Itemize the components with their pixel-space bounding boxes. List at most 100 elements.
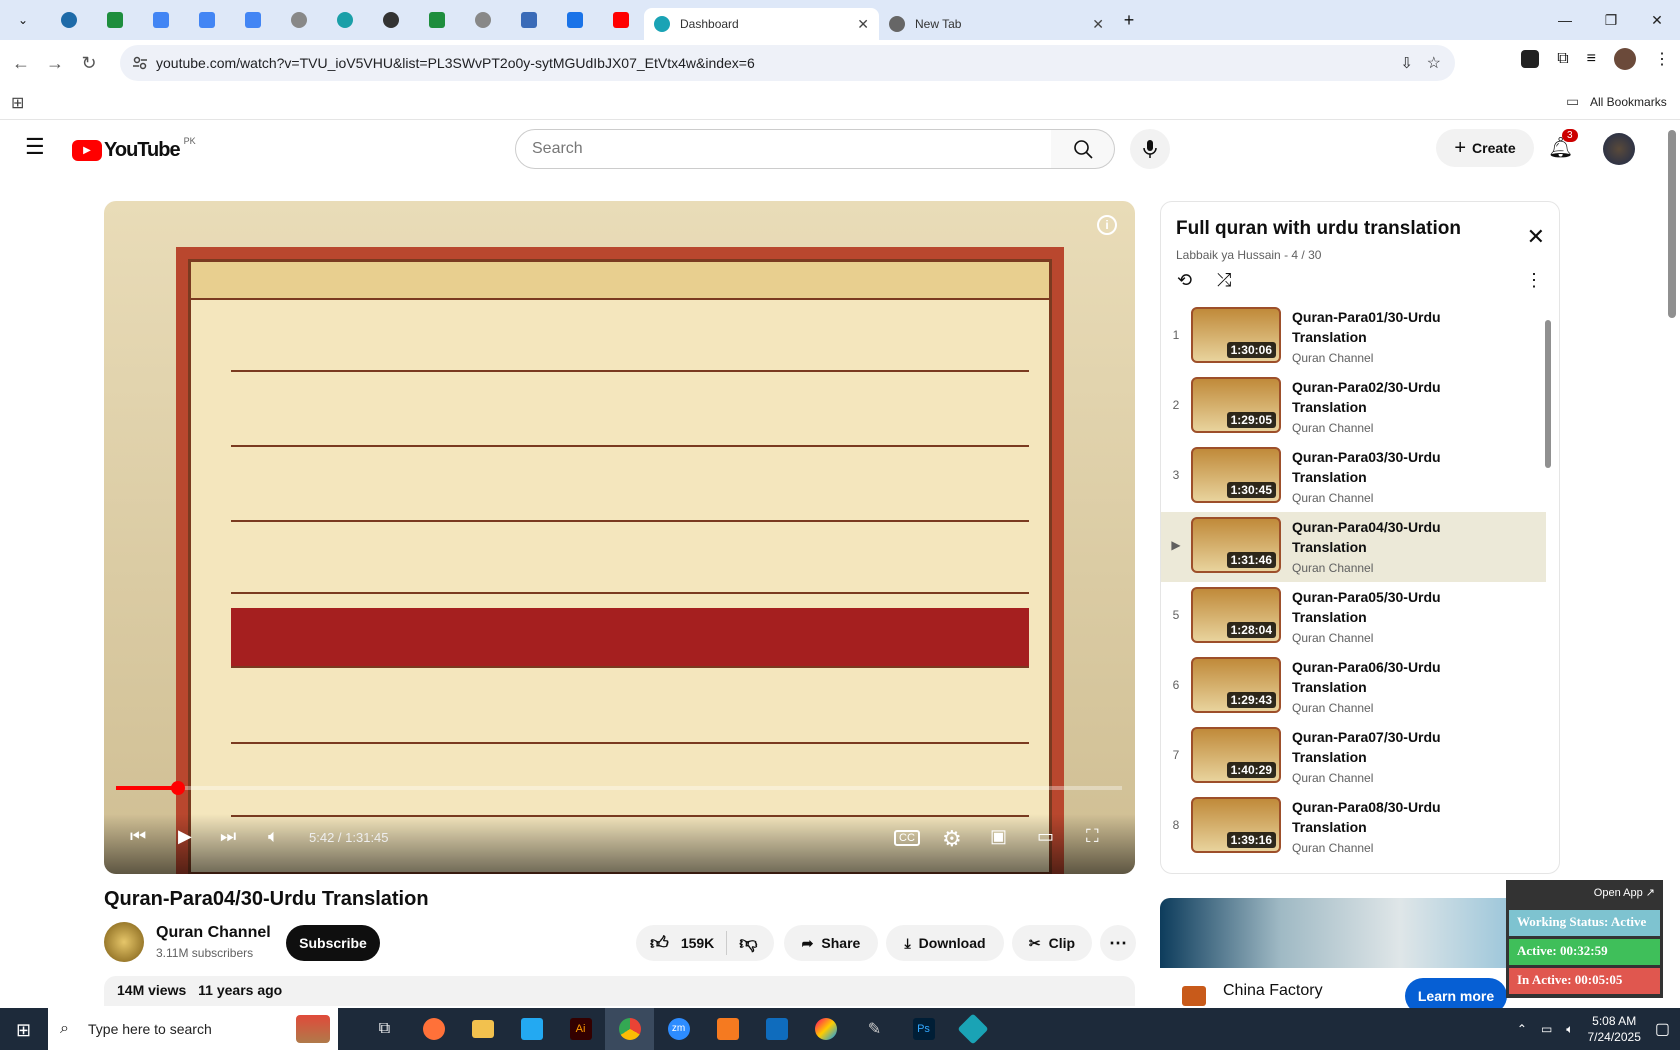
pinned-tab[interactable] <box>322 0 368 40</box>
fullscreen-icon[interactable]: ⛶ <box>1086 826 1099 847</box>
vscode-icon[interactable] <box>507 1008 556 1050</box>
progress-bar[interactable] <box>116 781 1122 795</box>
playlist-item[interactable]: 8 1:39:16 Quran-Para08/30-Urdu Translation… <box>1161 792 1546 862</box>
more-actions-button[interactable]: ⋯ <box>1100 925 1136 961</box>
playlist-item[interactable]: 7 1:40:29 Quran-Para07/30-Urdu Translation… <box>1161 722 1546 792</box>
photoshop-icon[interactable]: Ps <box>899 1008 948 1050</box>
back-icon[interactable]: ← <box>4 53 38 74</box>
pinned-tab-youtube[interactable] <box>598 0 644 40</box>
hamburger-menu-icon[interactable]: ☰ <box>25 134 45 160</box>
channel-name[interactable]: Quran Channel <box>156 924 271 942</box>
bookmark-star-icon[interactable]: ☆ <box>1427 53 1441 73</box>
restore-icon[interactable]: ❐ <box>1588 0 1634 40</box>
site-info-icon[interactable] <box>132 55 148 71</box>
notification-center-icon[interactable]: ▢ <box>1655 1019 1670 1039</box>
volume-icon[interactable]: 🔈︎ <box>268 826 279 847</box>
firefox-icon[interactable] <box>409 1008 458 1050</box>
description-box[interactable]: 14M views 11 years ago <box>104 976 1135 1006</box>
play-icon[interactable]: ▶ <box>178 826 192 847</box>
tab-dashboard[interactable]: Dashboard ✕ <box>644 8 879 40</box>
close-icon[interactable]: ✕ <box>1092 16 1104 33</box>
shuffle-icon[interactable]: ⤮ <box>1217 270 1231 291</box>
tab-search-dropdown[interactable]: ⌄ <box>0 0 46 40</box>
ad-card[interactable]: China Factory Learn more <box>1160 898 1560 1014</box>
tab-new-tab[interactable]: New Tab ✕ <box>879 8 1114 40</box>
install-app-icon[interactable]: ⇩ <box>1400 54 1413 72</box>
thumbs-down-icon[interactable]: 👎︎ <box>739 932 757 954</box>
menu-dots-icon[interactable]: ⋮ <box>1654 49 1670 69</box>
close-icon[interactable]: ✕ <box>857 16 869 33</box>
playlist-title[interactable]: Full quran with urdu translation <box>1176 218 1461 240</box>
pinned-tab[interactable] <box>552 0 598 40</box>
pinned-tab[interactable] <box>46 0 92 40</box>
miniplayer-icon[interactable]: ▣ <box>990 826 1007 847</box>
clock[interactable]: 5:08 AM 7/24/2025 <box>1587 1013 1640 1045</box>
chrome-icon[interactable] <box>605 1008 654 1050</box>
voice-search-button[interactable] <box>1130 129 1170 169</box>
theater-mode-icon[interactable]: ▭ <box>1037 826 1054 847</box>
search-input[interactable]: Search <box>515 129 1052 169</box>
pinned-tab[interactable] <box>92 0 138 40</box>
settings-gear-icon[interactable]: ⚙ <box>942 826 962 852</box>
all-bookmarks-link[interactable]: All Bookmarks <box>1590 95 1667 109</box>
previous-icon[interactable]: ⏮ <box>130 826 146 847</box>
close-window-icon[interactable]: ✕ <box>1634 0 1680 40</box>
search-button[interactable] <box>1051 129 1115 169</box>
loop-icon[interactable]: ⟲ <box>1177 270 1192 291</box>
pinned-tab[interactable] <box>138 0 184 40</box>
subscribe-button[interactable]: Subscribe <box>286 925 380 961</box>
taskbar-search[interactable]: ⌕ Type here to search <box>48 1008 338 1050</box>
video-player[interactable]: i ⏮ ▶ ⏭ 🔈︎ 5:42 / 1:31:45 CC ⚙ ▣ ▭ ⛶ <box>104 201 1135 874</box>
outlook-icon[interactable] <box>752 1008 801 1050</box>
info-icon[interactable]: i <box>1097 215 1117 235</box>
captions-icon[interactable]: CC <box>894 830 920 846</box>
playlist-scrollbar[interactable] <box>1545 320 1551 468</box>
playlist-item[interactable]: 5 1:28:04 Quran-Para05/30-Urdu Translation… <box>1161 582 1546 652</box>
pinned-tab[interactable] <box>414 0 460 40</box>
like-button[interactable]: 👍︎ 159K <box>650 932 714 954</box>
url-bar[interactable]: youtube.com/watch?v=TVU_ioV5VHU&list=PL3… <box>120 45 1455 81</box>
puzzle-icon[interactable]: ⧉ <box>1557 50 1568 68</box>
account-avatar[interactable] <box>1603 133 1635 165</box>
pinned-tab[interactable] <box>506 0 552 40</box>
apps-grid-icon[interactable]: ⊞ <box>11 93 24 113</box>
clip-button[interactable]: ✂ Clip <box>1012 925 1092 961</box>
profile-avatar[interactable] <box>1614 48 1636 70</box>
minimize-icon[interactable]: — <box>1542 0 1588 40</box>
download-button[interactable]: ⤓ Download <box>886 925 1004 961</box>
playlist-item-current[interactable]: ▶ 1:31:46 Quran-Para04/30-Urdu Translation… <box>1161 512 1546 582</box>
media-control-icon[interactable]: ≡ <box>1587 50 1596 68</box>
create-button[interactable]: + Create <box>1436 129 1534 167</box>
pinned-tab[interactable] <box>184 0 230 40</box>
app-icon[interactable] <box>948 1008 997 1050</box>
reload-icon[interactable]: ↻ <box>72 53 106 74</box>
file-explorer-icon[interactable] <box>458 1008 507 1050</box>
playlist-item[interactable]: 6 1:29:43 Quran-Para06/30-Urdu Translation… <box>1161 652 1546 722</box>
close-icon[interactable]: ✕ <box>1527 224 1545 250</box>
open-app-link[interactable]: Open App ↗ <box>1594 886 1655 899</box>
task-view-icon[interactable]: ⧉ <box>360 1008 409 1050</box>
network-icon[interactable]: ▭ <box>1541 1022 1552 1036</box>
youtube-logo[interactable]: ▶ YouTube PK <box>72 136 196 162</box>
share-button[interactable]: ➦ Share <box>784 925 878 961</box>
windows-start-icon[interactable]: ⊞ <box>16 1020 31 1041</box>
playlist-item[interactable]: 3 1:30:45 Quran-Para03/30-Urdu Translation… <box>1161 442 1546 512</box>
pinned-tab[interactable] <box>276 0 322 40</box>
app-icon[interactable] <box>703 1008 752 1050</box>
volume-icon[interactable]: 🔈︎ <box>1566 1022 1573 1037</box>
playlist-item[interactable]: 1 1:30:06 Quran-Para01/30-Urdu Translation… <box>1161 302 1546 372</box>
extension-icon[interactable] <box>1521 50 1540 68</box>
illustrator-icon[interactable]: Ai <box>556 1008 605 1050</box>
forward-icon[interactable]: → <box>38 53 72 74</box>
playlist-item[interactable]: 2 1:29:05 Quran-Para02/30-Urdu Translation… <box>1161 372 1546 442</box>
photos-icon[interactable] <box>801 1008 850 1050</box>
zoom-icon[interactable]: zm <box>654 1008 703 1050</box>
pen-tool-icon[interactable]: ✎ <box>850 1008 899 1050</box>
pinned-tab[interactable] <box>460 0 506 40</box>
new-tab-button[interactable]: + <box>1114 10 1144 31</box>
notifications-button[interactable]: 🔔︎ 3 <box>1548 129 1578 163</box>
page-scrollbar[interactable] <box>1668 130 1676 318</box>
channel-avatar[interactable] <box>104 922 144 962</box>
more-options-icon[interactable]: ⋮ <box>1525 270 1543 291</box>
ad-banner-image[interactable] <box>1160 898 1560 968</box>
